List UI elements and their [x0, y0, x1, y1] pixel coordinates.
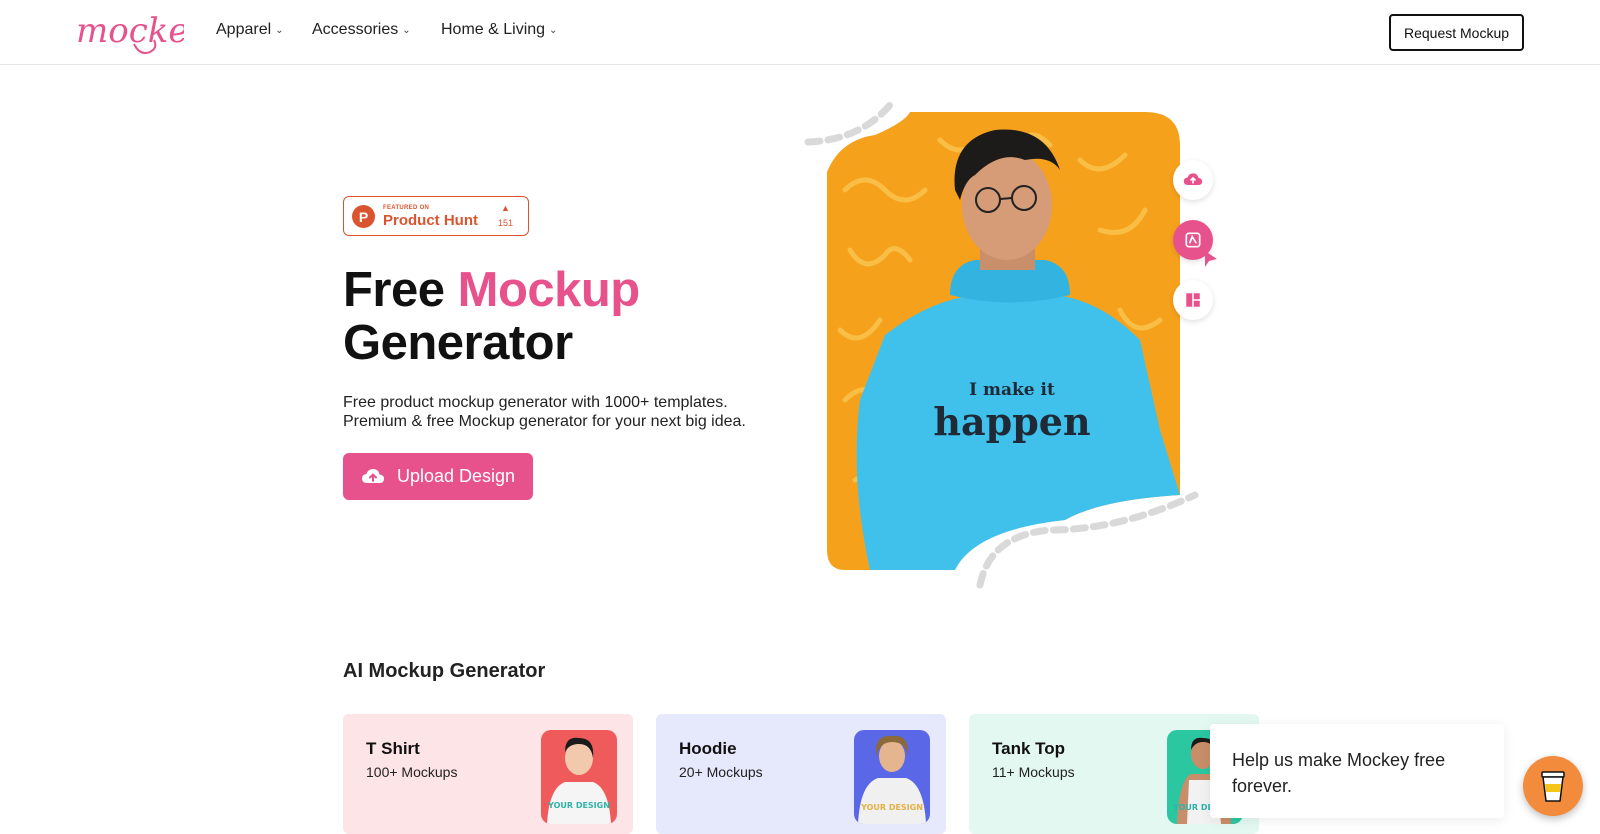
hero-description-line-1: Free product mockup generator with 1000+…	[343, 394, 728, 411]
nav-apparel-label: Apparel	[216, 21, 272, 38]
product-hunt-featured-label: FEATURED ON	[383, 205, 430, 211]
layout-tool-button[interactable]	[1173, 280, 1213, 320]
request-mockup-button[interactable]: Request Mockup	[1389, 14, 1524, 51]
title-part-generator: Generator	[343, 316, 573, 370]
product-hunt-label: Product Hunt	[383, 212, 478, 229]
card-title: Tank Top	[992, 739, 1066, 758]
card-hoodie[interactable]: Hoodie 20+ Mockups YOUR DESIGN	[656, 714, 946, 834]
support-popup-text: Help us make Mockey free forever.	[1232, 750, 1446, 796]
cloud-upload-icon	[1183, 173, 1203, 185]
card-t-shirt[interactable]: T Shirt 100+ Mockups YOUR DESIGN	[343, 714, 633, 834]
upload-tool-button[interactable]	[1173, 160, 1213, 200]
svg-text:YOUR DESIGN: YOUR DESIGN	[860, 803, 923, 812]
image-edit-icon	[1185, 232, 1201, 248]
product-hunt-logo-icon: P	[352, 205, 375, 228]
support-popup: Help us make Mockey free forever.	[1210, 724, 1504, 818]
coffee-cup-icon	[1541, 771, 1565, 802]
section-title: AI Mockup Generator	[343, 660, 546, 682]
grid-layout-icon	[1186, 293, 1200, 307]
nav-accessories[interactable]: Accessories ⌄	[312, 21, 411, 39]
top-navigation-bar: mockey Apparel ⌄ Accessories ⌄ Home & Li…	[0, 0, 1600, 65]
card-subtitle: 100+ Mockups	[366, 764, 458, 780]
card-title: T Shirt	[366, 739, 420, 758]
svg-text:YOUR DESIGN: YOUR DESIGN	[547, 801, 610, 810]
product-hunt-badge[interactable]: P FEATURED ON Product Hunt ▲ 151	[343, 196, 529, 236]
hoodie-model-image: YOUR DESIGN	[854, 730, 930, 824]
svg-text:happen: happen	[933, 399, 1090, 444]
title-highlight: Mockup	[457, 263, 641, 317]
nav-home-living[interactable]: Home & Living ⌄	[441, 21, 557, 39]
mockey-logo[interactable]: mockey	[74, 6, 184, 58]
chevron-down-icon: ⌄	[549, 24, 558, 36]
card-subtitle: 20+ Mockups	[679, 764, 763, 780]
svg-text:mockey: mockey	[76, 11, 184, 51]
nav-home-living-label: Home & Living	[441, 21, 546, 38]
svg-text:I make it: I make it	[969, 380, 1055, 400]
card-title: Hoodie	[679, 739, 737, 758]
buy-me-a-coffee-button[interactable]	[1523, 756, 1583, 816]
cloud-upload-icon	[362, 468, 384, 483]
upload-design-label: Upload Design	[397, 466, 516, 486]
title-part-free: Free	[343, 263, 458, 317]
page-title: Free Mockup Generator	[343, 264, 640, 370]
hero-description-line-2: Premium & free Mockup generator for your…	[343, 413, 746, 430]
upvote-count: 151	[498, 218, 514, 228]
chevron-down-icon: ⌄	[275, 24, 284, 36]
cursor-pointer-icon	[1205, 251, 1217, 267]
upload-design-button[interactable]: Upload Design	[343, 453, 533, 500]
upvote-arrow-icon: ▲	[501, 203, 510, 213]
nav-accessories-label: Accessories	[312, 21, 399, 38]
nav-apparel[interactable]: Apparel ⌄	[216, 21, 284, 39]
hero-description: Free product mockup generator with 1000+…	[343, 393, 763, 431]
hero-mockup-illustration: I make it happen	[804, 101, 1199, 589]
card-subtitle: 11+ Mockups	[992, 764, 1075, 780]
chevron-down-icon: ⌄	[402, 24, 411, 36]
t-shirt-model-image: YOUR DESIGN	[541, 730, 617, 824]
